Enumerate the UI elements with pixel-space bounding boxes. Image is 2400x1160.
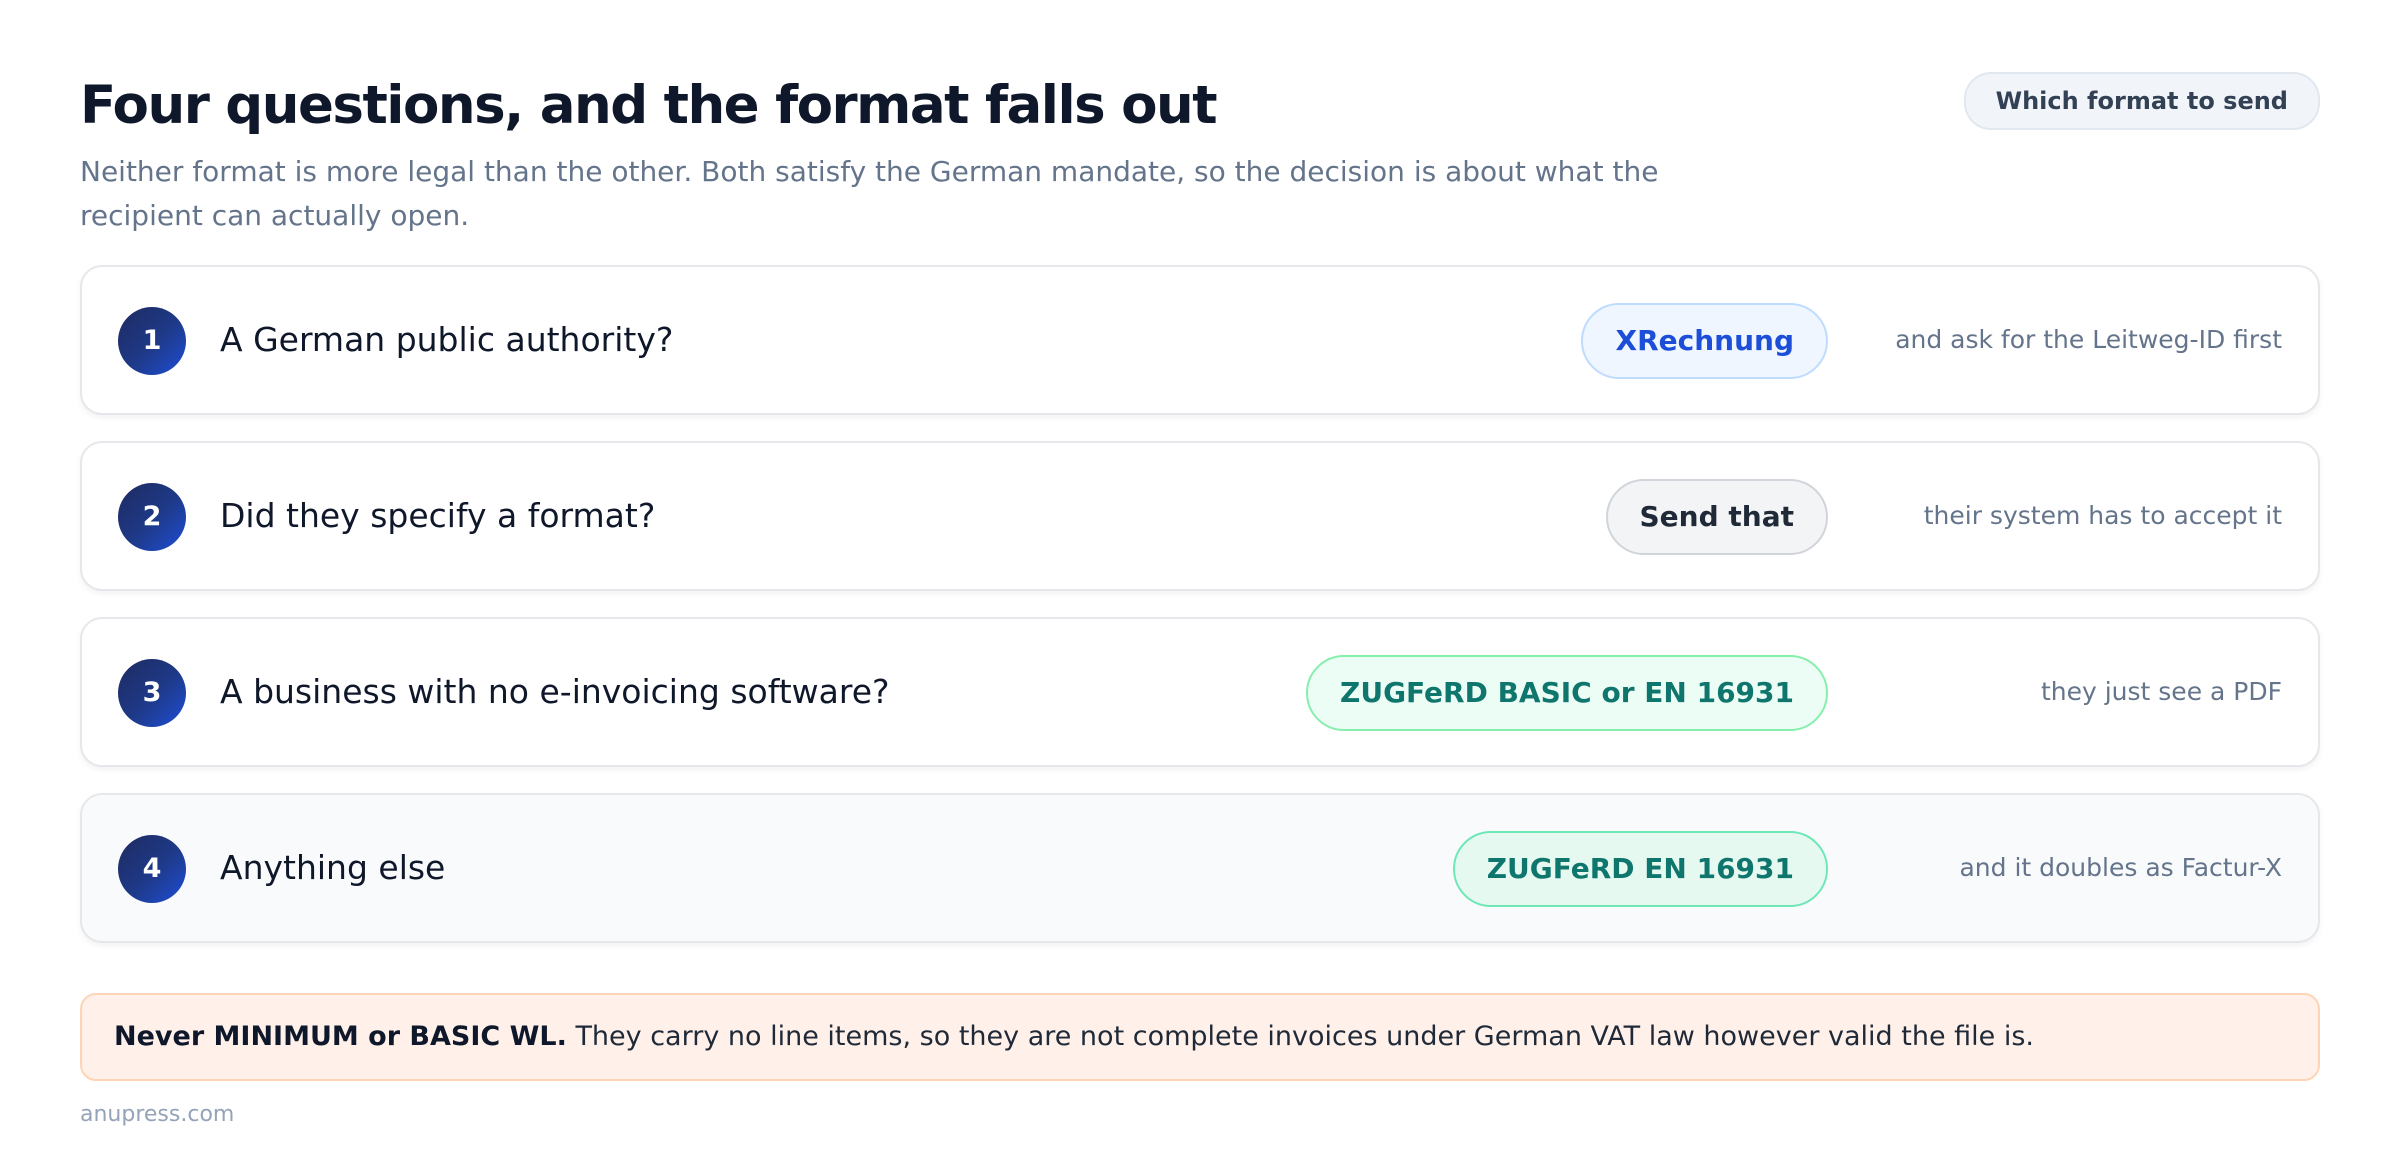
step-row-3: 3 A business with no e-invoicing softwar… [80, 617, 2320, 767]
step-note: and ask for the Leitweg-ID first [1895, 325, 2282, 354]
format-answer-pill: XRechnung [1581, 303, 1828, 379]
topic-tag: Which format to send [1963, 72, 2320, 130]
warning-callout: Never MINIMUM or BASIC WL. They carry no… [80, 993, 2320, 1081]
step-question: Did they specify a format? [220, 496, 656, 535]
step-number-badge: 1 [118, 307, 186, 375]
step-row-2: 2 Did they specify a format? Send that t… [80, 441, 2320, 591]
step-note: their system has to accept it [1923, 501, 2282, 530]
step-row-1: 1 A German public authority? XRechnung a… [80, 265, 2320, 415]
step-question: A German public authority? [220, 320, 674, 359]
format-answer-pill: ZUGFeRD BASIC or EN 16931 [1306, 655, 1828, 731]
step-number-badge: 2 [118, 483, 186, 551]
decision-guide: Four questions, and the format falls out… [80, 70, 2320, 1127]
page-subtitle: Neither format is more legal than the ot… [80, 155, 1659, 232]
step-note: and it doubles as Factur-X [1959, 853, 2282, 882]
warning-lead: Never MINIMUM or BASIC WL. [114, 1021, 567, 1052]
step-question: Anything else [220, 848, 446, 887]
source-credit: anupress.com [80, 1102, 235, 1127]
step-note: they just see a PDF [2040, 677, 2282, 706]
format-answer-pill: Send that [1605, 479, 1828, 555]
format-answer-pill: ZUGFeRD EN 16931 [1452, 831, 1828, 907]
step-number-badge: 4 [118, 835, 186, 903]
step-row-4: 4 Anything else ZUGFeRD EN 16931 and it … [80, 793, 2320, 943]
header: Four questions, and the format falls out… [80, 70, 2320, 270]
warning-text: They carry no line items, so they are no… [575, 1021, 2035, 1052]
steps-list: 1 A German public authority? XRechnung a… [80, 265, 2320, 969]
step-number-badge: 3 [118, 659, 186, 727]
step-question: A business with no e-invoicing software? [220, 672, 890, 711]
